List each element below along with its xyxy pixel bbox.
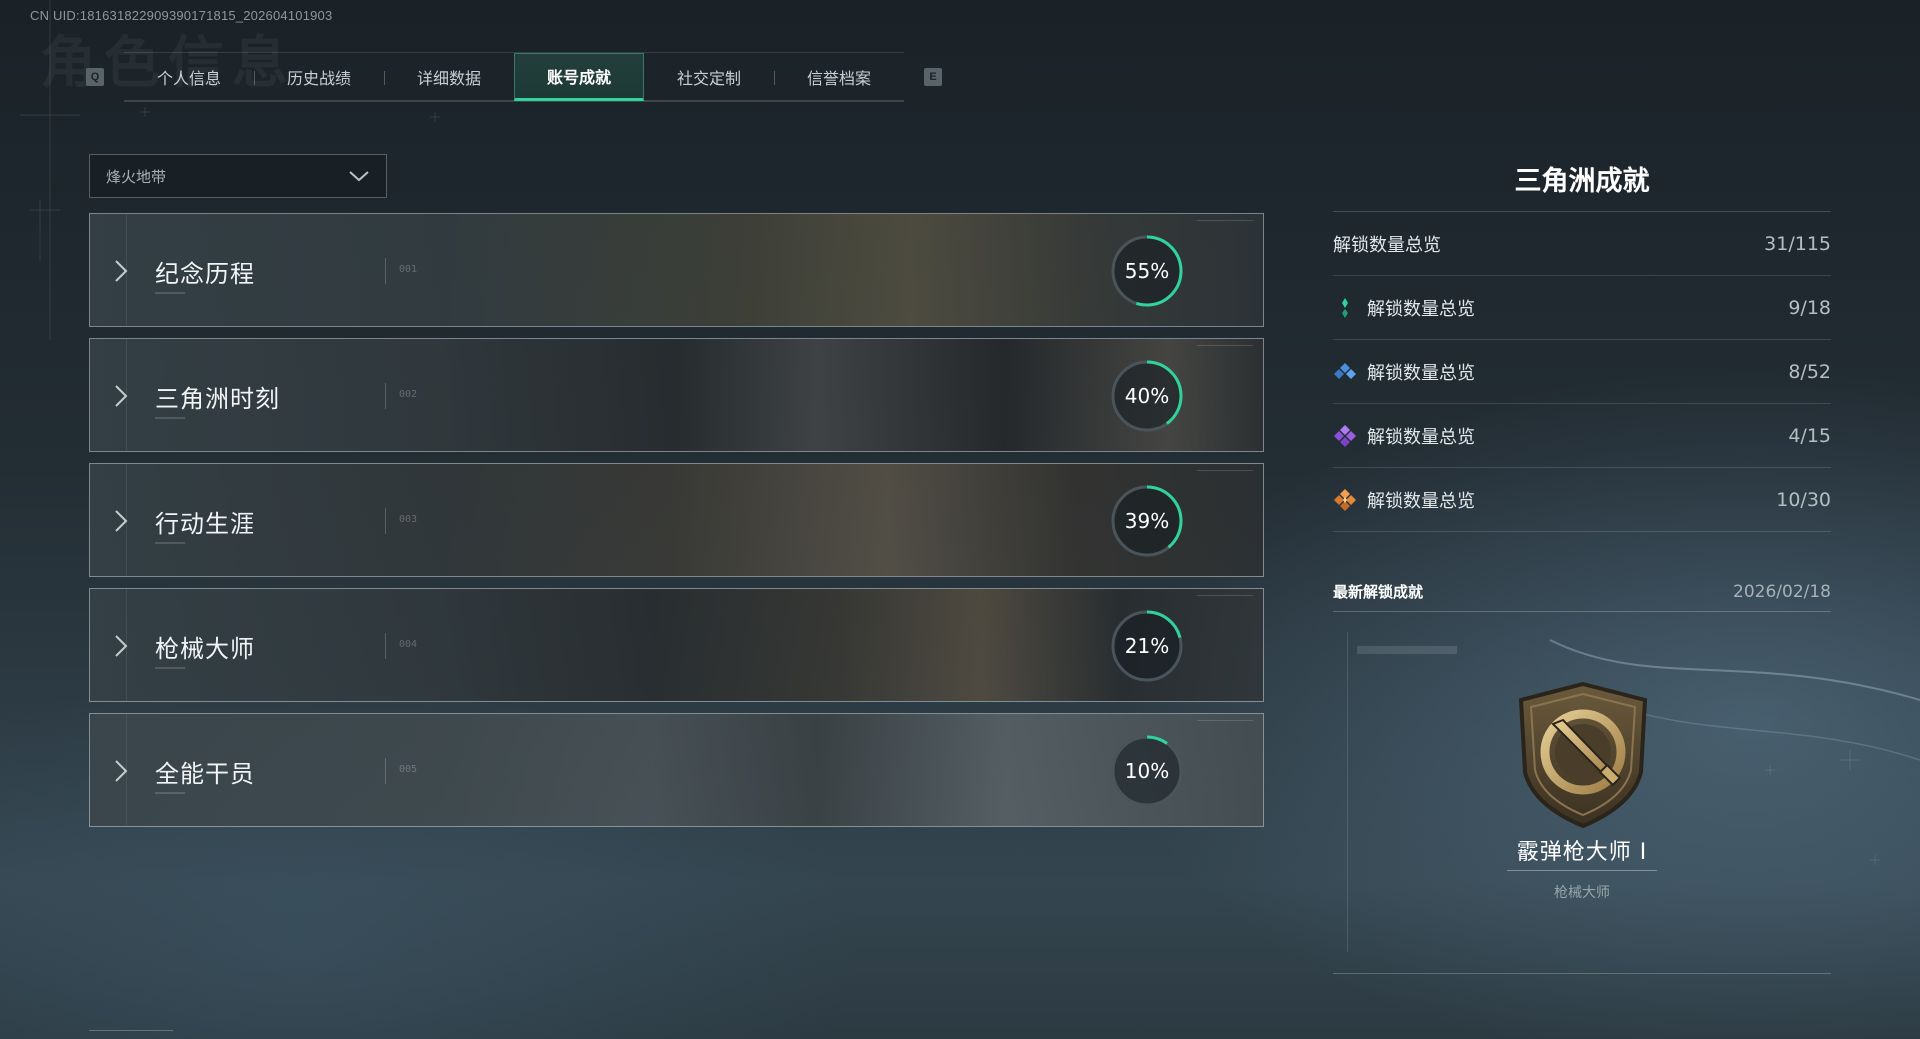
progress-percent: 55% (1124, 259, 1170, 283)
latest-achievement-card[interactable]: 霰弹枪大师 I 枪械大师 (1333, 612, 1831, 974)
card-corner-decoration (1197, 220, 1253, 250)
progress-percent: 10% (1124, 759, 1170, 783)
card-decoration (1347, 632, 1497, 952)
name-underline (155, 542, 185, 544)
tab-credit-record[interactable]: 信誉档案 (774, 53, 904, 101)
tier-label: 解锁数量总览 (1367, 490, 1475, 512)
tab-bar: 个人信息 历史战绩 详细数据 账号成就 社交定制 信誉档案 (124, 52, 904, 102)
summary-row-total: 解锁数量总览 31/115 (1333, 212, 1831, 276)
uid-label: CN UID:181631822909390171815_20260410190… (30, 8, 333, 23)
category-index: 004 (399, 639, 418, 650)
summary-value: 31/115 (1764, 232, 1831, 255)
mode-dropdown-value: 烽火地带 (106, 167, 167, 186)
card-divider (385, 383, 386, 409)
achievement-name: 霰弹枪大师 I (1516, 840, 1648, 865)
tier-label: 解锁数量总览 (1367, 298, 1475, 320)
e-key-hint[interactable]: E (924, 68, 942, 86)
tier-value: 10/30 (1776, 488, 1831, 511)
name-underline (155, 292, 185, 294)
tab-detailed-data[interactable]: 详细数据 (384, 53, 514, 101)
tier-label: 解锁数量总览 (1367, 362, 1475, 384)
summary-row-blue: 解锁数量总览 8/52 (1333, 340, 1831, 404)
orange-gem-icon (1334, 488, 1356, 511)
category-index: 003 (399, 514, 418, 525)
card-background-image (90, 214, 1263, 326)
card-corner-decoration (1197, 720, 1253, 750)
category-card-operations-career[interactable]: 行动生涯 003 39% (89, 463, 1264, 577)
card-decoration-bar (1357, 646, 1457, 654)
summary-label: 解锁数量总览 (1333, 234, 1441, 256)
chevron-right-icon (115, 760, 128, 782)
latest-achievement-header: 最新解锁成就 2026/02/18 (1333, 572, 1831, 612)
category-card-memorial[interactable]: 纪念历程 001 55% (89, 213, 1264, 327)
category-name: 行动生涯 (155, 510, 255, 538)
tier-value: 4/15 (1788, 424, 1831, 447)
category-name: 三角洲时刻 (155, 385, 280, 413)
achievement-name-underline (1507, 870, 1657, 871)
category-name: 枪械大师 (155, 635, 255, 663)
card-background-image (90, 464, 1263, 576)
card-divider (385, 258, 386, 284)
purple-gem-icon (1334, 424, 1356, 447)
chevron-right-icon (115, 510, 128, 532)
summary-row-purple: 解锁数量总览 4/15 (1333, 404, 1831, 468)
tab-personal-info[interactable]: 个人信息 (124, 53, 254, 101)
card-corner-decoration (1197, 345, 1253, 375)
mode-dropdown[interactable]: 烽火地带 (89, 154, 387, 198)
name-underline (155, 792, 185, 794)
category-card-weapon-master[interactable]: 枪械大师 004 21% (89, 588, 1264, 702)
chevron-down-icon (349, 171, 369, 182)
progress-percent: 39% (1124, 509, 1170, 533)
achievement-category-list: 纪念历程 001 55% 三角洲时刻 002 40% 行动生涯 003 39% … (89, 213, 1264, 838)
card-divider (385, 508, 386, 534)
progress-percent: 40% (1124, 384, 1170, 408)
latest-label: 最新解锁成就 (1333, 583, 1424, 601)
card-divider (385, 633, 386, 659)
latest-date: 2026/02/18 (1733, 581, 1831, 602)
category-index: 001 (399, 264, 418, 275)
progress-percent: 21% (1124, 634, 1170, 658)
category-card-all-round-operator[interactable]: 全能干员 005 10% (89, 713, 1264, 827)
category-index: 002 (399, 389, 418, 400)
category-name: 纪念历程 (155, 260, 255, 288)
tab-social-custom[interactable]: 社交定制 (644, 53, 774, 101)
blue-gem-icon (1334, 362, 1356, 379)
name-underline (155, 667, 185, 669)
green-gem-icon (1342, 297, 1348, 318)
panel-title: 三角洲成就 (1333, 160, 1831, 212)
summary-row-orange: 解锁数量总览 10/30 (1333, 468, 1831, 532)
card-divider (385, 758, 386, 784)
achievement-category: 枪械大师 (1554, 885, 1610, 901)
tier-label: 解锁数量总览 (1367, 426, 1475, 448)
tab-account-achievements[interactable]: 账号成就 (514, 53, 644, 101)
tab-match-history[interactable]: 历史战绩 (254, 53, 384, 101)
category-name: 全能干员 (155, 760, 255, 788)
bottom-edge-tab (89, 1030, 173, 1039)
chevron-right-icon (115, 635, 128, 657)
card-corner-decoration (1197, 470, 1253, 500)
card-background-image (90, 714, 1263, 826)
shotgun-badge-icon (1518, 681, 1648, 829)
category-index: 005 (399, 764, 418, 775)
achievement-summary-panel: 三角洲成就 解锁数量总览 31/115 解锁数量总览 9/18 解锁数量总览 8… (1333, 160, 1831, 974)
category-card-delta-moments[interactable]: 三角洲时刻 002 40% (89, 338, 1264, 452)
chevron-right-icon (115, 385, 128, 407)
tier-value: 9/18 (1788, 296, 1831, 319)
tier-value: 8/52 (1788, 360, 1831, 383)
top-tab-navigation: Q 个人信息 历史战绩 详细数据 账号成就 社交定制 信誉档案 E (86, 52, 942, 102)
card-corner-decoration (1197, 595, 1253, 625)
card-background-image (90, 589, 1263, 701)
summary-row-green: 解锁数量总览 9/18 (1333, 276, 1831, 340)
q-key-hint[interactable]: Q (86, 68, 104, 86)
chevron-right-icon (115, 260, 128, 282)
name-underline (155, 417, 185, 419)
